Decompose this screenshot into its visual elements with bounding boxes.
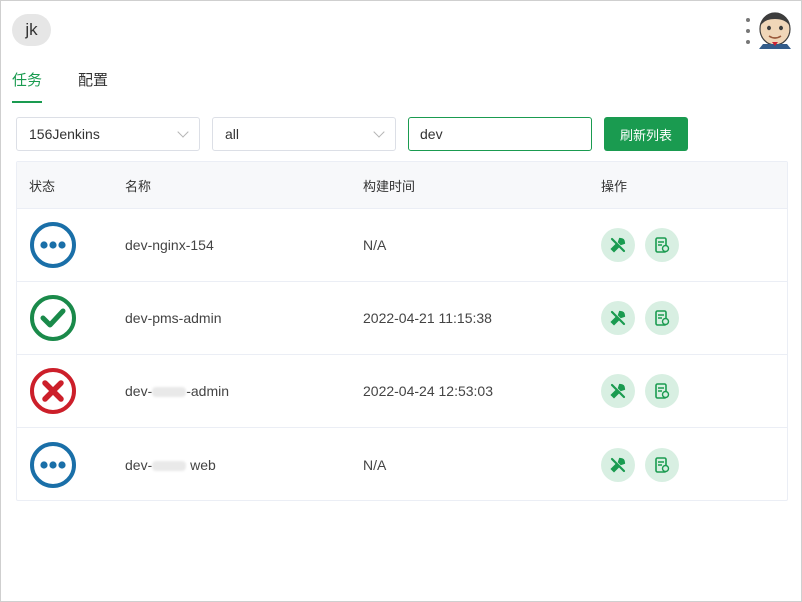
console-log-button[interactable] [645,374,679,408]
console-log-button[interactable] [645,447,679,482]
user-avatar[interactable]: jk [12,14,51,46]
cross-status-icon [30,368,76,414]
job-name[interactable]: dev- web [125,457,363,473]
server-select[interactable]: 156Jenkins [16,117,200,151]
build-button[interactable] [601,374,635,408]
tab-tasks[interactable]: 任务 [12,67,43,103]
table-row: dev- web N/A [17,428,787,501]
view-select-value: all [225,126,240,142]
table-row: dev-pms-admin 2022-04-21 11:15:38 [17,282,787,355]
jobs-table: 状态 名称 构建时间 操作 dev-nginx-154 N/A dev-pms-… [16,161,788,501]
jenkins-logo-icon [759,12,791,49]
chevron-down-icon [373,126,385,138]
redacted-text [152,387,187,398]
job-name[interactable]: dev-pms-admin [125,310,363,326]
app-window: jk 任务 配置 156Jenkins all 刷新列表 状态 名称 构建时间 … [0,0,802,602]
tab-config[interactable]: 配置 [78,67,108,103]
console-log-icon [655,456,670,473]
check-status-icon [30,295,76,341]
redacted-text [152,460,187,471]
build-button[interactable] [601,447,635,482]
chevron-down-icon [177,126,189,138]
view-select[interactable]: all [212,117,396,151]
refresh-list-button[interactable]: 刷新列表 [604,117,688,151]
build-time: 2022-04-24 12:53:03 [363,383,493,399]
more-menu-icon[interactable] [742,18,754,44]
console-log-icon [655,237,670,253]
job-name[interactable]: dev- -admin [125,383,363,399]
build-wrench-icon [610,310,626,326]
console-log-icon [655,383,670,399]
tab-bar: 任务 配置 [12,67,144,103]
build-time: 2022-04-21 11:15:38 [363,310,492,326]
build-wrench-icon [610,237,626,253]
column-header-ops: 操作 [601,178,628,194]
job-name[interactable]: dev-nginx-154 [125,237,363,253]
table-row: dev- -admin 2022-04-24 12:53:03 [17,355,787,428]
build-time: N/A [363,237,387,253]
console-log-icon [655,310,670,326]
console-log-button[interactable] [645,228,679,262]
table-header: 状态 名称 构建时间 操作 [17,162,787,209]
build-time: N/A [363,456,387,473]
column-header-status: 状态 [29,178,56,194]
build-wrench-icon [610,457,626,473]
build-button[interactable] [601,301,635,335]
ellipsis-status-icon [30,441,76,488]
column-header-build-time: 构建时间 [363,178,416,194]
column-header-name: 名称 [125,178,152,194]
build-button[interactable] [601,228,635,262]
server-select-value: 156Jenkins [29,126,100,142]
console-log-button[interactable] [645,301,679,335]
ellipsis-status-icon [30,222,76,268]
table-row: dev-nginx-154 N/A [17,209,787,282]
search-input[interactable] [408,117,592,151]
build-wrench-icon [610,383,626,399]
